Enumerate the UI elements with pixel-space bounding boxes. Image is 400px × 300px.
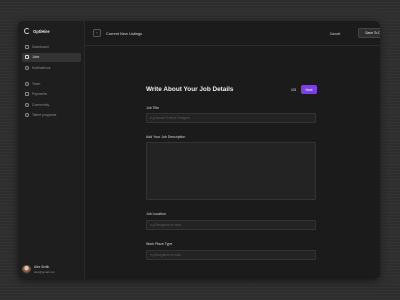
sidebar-item-jobs[interactable]: Jobs bbox=[22, 52, 81, 62]
sidebar-item-label: Community bbox=[32, 102, 50, 107]
sidebar-item-dashboard[interactable]: Dashboard bbox=[22, 42, 81, 51]
job-description-textarea[interactable] bbox=[146, 142, 316, 200]
sidebar-item-label: Talent programs bbox=[32, 113, 57, 117]
app-window: OptiHire Dashboard Jobs Notifications Te… bbox=[18, 21, 380, 279]
sidebar-item-label: Notifications bbox=[32, 65, 51, 70]
sidebar-item-talent-programs[interactable]: Talent programs bbox=[22, 111, 81, 120]
card-icon bbox=[25, 92, 29, 96]
back-button[interactable]: ‹ bbox=[93, 29, 101, 37]
bell-icon bbox=[25, 65, 29, 70]
cancel-button[interactable]: Cancel bbox=[323, 29, 347, 38]
user-profile[interactable]: Alex Smith alex@gmail.com bbox=[22, 265, 55, 274]
logo-icon bbox=[24, 28, 30, 34]
sidebar-item-label: Jobs bbox=[32, 55, 40, 59]
breadcrumb: Current New Listings bbox=[106, 31, 143, 36]
job-location-input[interactable]: e.g.Bangalore,in india bbox=[146, 220, 316, 230]
sidebar: OptiHire Dashboard Jobs Notifications Te… bbox=[18, 21, 85, 279]
sidebar-item-community[interactable]: Community bbox=[22, 100, 81, 109]
avatar bbox=[22, 265, 31, 274]
secondary-nav: Team Payments Community Talent programs bbox=[22, 79, 81, 121]
job-location-label: Job Location bbox=[146, 212, 166, 216]
top-bar: ‹ Current New Listings Cancel Save To Dr… bbox=[85, 21, 380, 46]
user-info: Alex Smith alex@gmail.com bbox=[34, 265, 55, 274]
community-icon bbox=[25, 102, 29, 107]
sidebar-item-label: Dashboard bbox=[32, 44, 49, 49]
next-button[interactable]: Next bbox=[301, 85, 317, 94]
sidebar-item-team[interactable]: Team bbox=[22, 79, 81, 88]
sidebar-item-payments[interactable]: Payments bbox=[22, 90, 81, 99]
job-form: Write About Your Job Details 1/3 Next Jo… bbox=[85, 46, 380, 279]
briefcase-icon bbox=[25, 55, 29, 59]
work-place-type-label: Work Place Type bbox=[146, 242, 173, 246]
user-name: Alex Smith bbox=[34, 265, 50, 269]
primary-nav: Dashboard Jobs Notifications bbox=[22, 42, 81, 74]
job-description-label: Add Your Job Description bbox=[146, 135, 186, 139]
app-name: OptiHire bbox=[33, 28, 50, 34]
chevron-left-icon: ‹ bbox=[96, 30, 98, 35]
work-place-type-input[interactable]: e.g.Bangalore,in india bbox=[146, 250, 316, 260]
sidebar-item-notifications[interactable]: Notifications bbox=[22, 63, 81, 72]
step-indicator: 1/3 bbox=[291, 88, 296, 92]
team-icon bbox=[25, 81, 29, 86]
page-title: Write About Your Job Details bbox=[146, 86, 234, 93]
grid-icon bbox=[25, 44, 29, 49]
star-icon bbox=[25, 113, 29, 117]
sidebar-item-label: Team bbox=[32, 81, 41, 86]
app-logo[interactable]: OptiHire bbox=[24, 28, 50, 34]
job-title-input[interactable]: e.g.Senior Product Designer bbox=[146, 113, 316, 123]
job-title-label: Job Title bbox=[146, 106, 160, 110]
save-to-draft-button[interactable]: Save To Draft bbox=[358, 28, 380, 38]
sidebar-item-label: Payments bbox=[32, 92, 48, 96]
user-email: alex@gmail.com bbox=[34, 270, 55, 274]
